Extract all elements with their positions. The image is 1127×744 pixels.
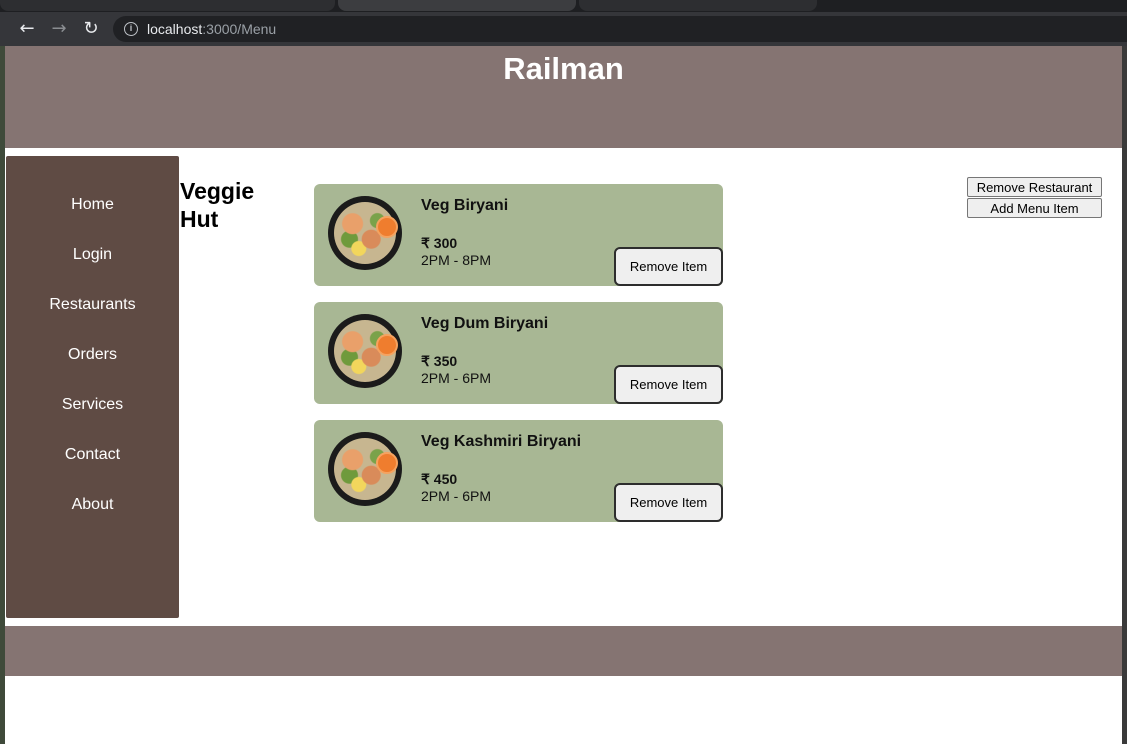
menu-item-name: Veg Kashmiri Biryani [421,433,582,450]
sidebar-item-home[interactable]: Home [6,196,179,214]
scrollbar[interactable] [1122,46,1127,744]
sidebar-item-about[interactable]: About [6,496,179,514]
menu-item-price: ₹ 300 [421,235,458,251]
url-host: localhost [147,21,203,37]
reload-icon[interactable]: ↻ [79,18,103,40]
forward-icon[interactable]: → [47,18,71,40]
remove-item-button[interactable]: Remove Item [614,483,723,522]
browser-tab-active[interactable] [338,0,576,11]
sidebar-item-contact[interactable]: Contact [6,446,179,464]
url-text: localhost:3000/Menu [147,21,276,37]
menu-item-time: 2PM - 6PM [421,488,492,504]
site-info-icon[interactable]: i [124,22,138,36]
browser-tab-strip [0,0,1127,12]
menu-item-price: ₹ 350 [421,353,458,369]
url-path: :3000/Menu [202,21,277,37]
menu-item-card: Veg Kashmiri Biryani ₹ 450 2PM - 6PM Rem… [314,420,723,522]
sidebar-item-services[interactable]: Services [6,396,179,414]
menu-item-name: Veg Biryani [421,197,509,214]
menu-item-time: 2PM - 8PM [421,252,492,268]
menu-item-card: Veg Biryani ₹ 300 2PM - 8PM Remove Item [314,184,723,286]
dish-image [328,432,402,506]
page: Railman Home Login Restaurants Orders Se… [5,46,1122,744]
sidebar-item-orders[interactable]: Orders [6,346,179,364]
menu-item-name: Veg Dum Biryani [421,315,549,332]
menu-item-price: ₹ 450 [421,471,458,487]
menu-item-card: Veg Dum Biryani ₹ 350 2PM - 6PM Remove I… [314,302,723,404]
dish-image [328,196,402,270]
remove-item-button[interactable]: Remove Item [614,247,723,286]
site-footer [5,626,1122,676]
site-header: Railman [5,46,1122,148]
browser-toolbar: ← → ↻ i localhost:3000/Menu [0,12,1127,46]
address-bar[interactable]: i localhost:3000/Menu [113,16,1127,42]
browser-tab[interactable] [579,0,817,11]
sidebar: Home Login Restaurants Orders Services C… [6,156,179,618]
add-menu-item-button[interactable]: Add Menu Item [967,198,1102,218]
sidebar-item-restaurants[interactable]: Restaurants [6,296,179,314]
menu-item-time: 2PM - 6PM [421,370,492,386]
remove-restaurant-button[interactable]: Remove Restaurant [967,177,1102,197]
browser-tab[interactable] [0,0,335,11]
dish-image [328,314,402,388]
back-icon[interactable]: ← [15,18,39,40]
remove-item-button[interactable]: Remove Item [614,365,723,404]
sidebar-item-login[interactable]: Login [6,246,179,264]
restaurant-name: Veggie Hut [180,178,255,232]
site-title: Railman [503,51,624,86]
